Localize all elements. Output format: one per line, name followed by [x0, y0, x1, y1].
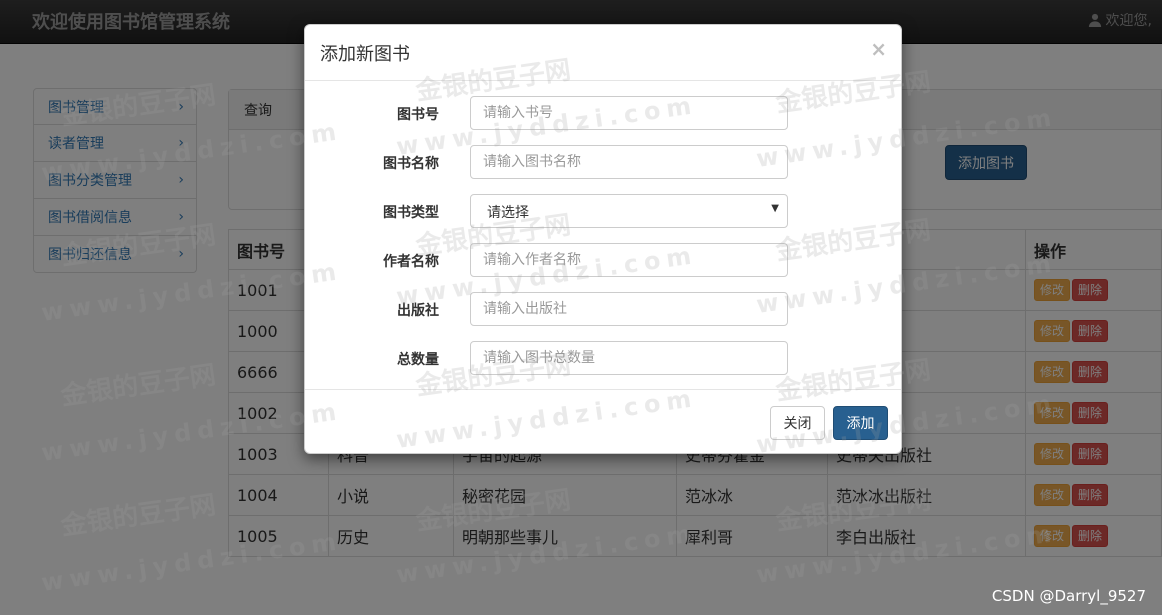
quantity-input[interactable] [470, 341, 788, 375]
form-row-publisher: 出版社 [305, 292, 903, 326]
book-id-label: 图书号 [397, 107, 439, 123]
book-name-input[interactable] [470, 145, 788, 179]
quantity-label: 总数量 [397, 352, 439, 368]
credit-watermark: CSDN @Darryl_9527 [991, 587, 1146, 605]
modal-header: 添加新图书 × [305, 25, 901, 81]
close-icon[interactable]: × [870, 37, 887, 61]
book-name-label: 图书名称 [383, 156, 439, 172]
author-input[interactable] [470, 243, 788, 277]
caret-down-icon: ▼ [771, 203, 779, 214]
submit-add-button[interactable]: 添加 [833, 406, 888, 440]
form-row-book-type: 图书类型 请选择 ▼ [305, 194, 903, 228]
form-row-book-name: 图书名称 [305, 145, 903, 179]
author-label: 作者名称 [383, 254, 439, 270]
publisher-input[interactable] [470, 292, 788, 326]
form-row-author: 作者名称 [305, 243, 903, 277]
add-book-modal: 添加新图书 × 图书号 图书名称 图书类型 请选择 ▼ 作者名称 出版社 总数量… [304, 24, 902, 454]
book-id-input[interactable] [470, 96, 788, 130]
form-row-book-id: 图书号 [305, 96, 903, 130]
modal-title: 添加新图书 [320, 44, 410, 65]
book-type-selected: 请选择 [487, 205, 529, 221]
book-type-label: 图书类型 [383, 205, 439, 221]
publisher-label: 出版社 [397, 303, 439, 319]
book-type-select[interactable]: 请选择 ▼ [470, 194, 788, 228]
close-button[interactable]: 关闭 [770, 406, 825, 440]
form-row-quantity: 总数量 [305, 341, 903, 375]
modal-footer: 关闭 添加 [305, 389, 901, 453]
